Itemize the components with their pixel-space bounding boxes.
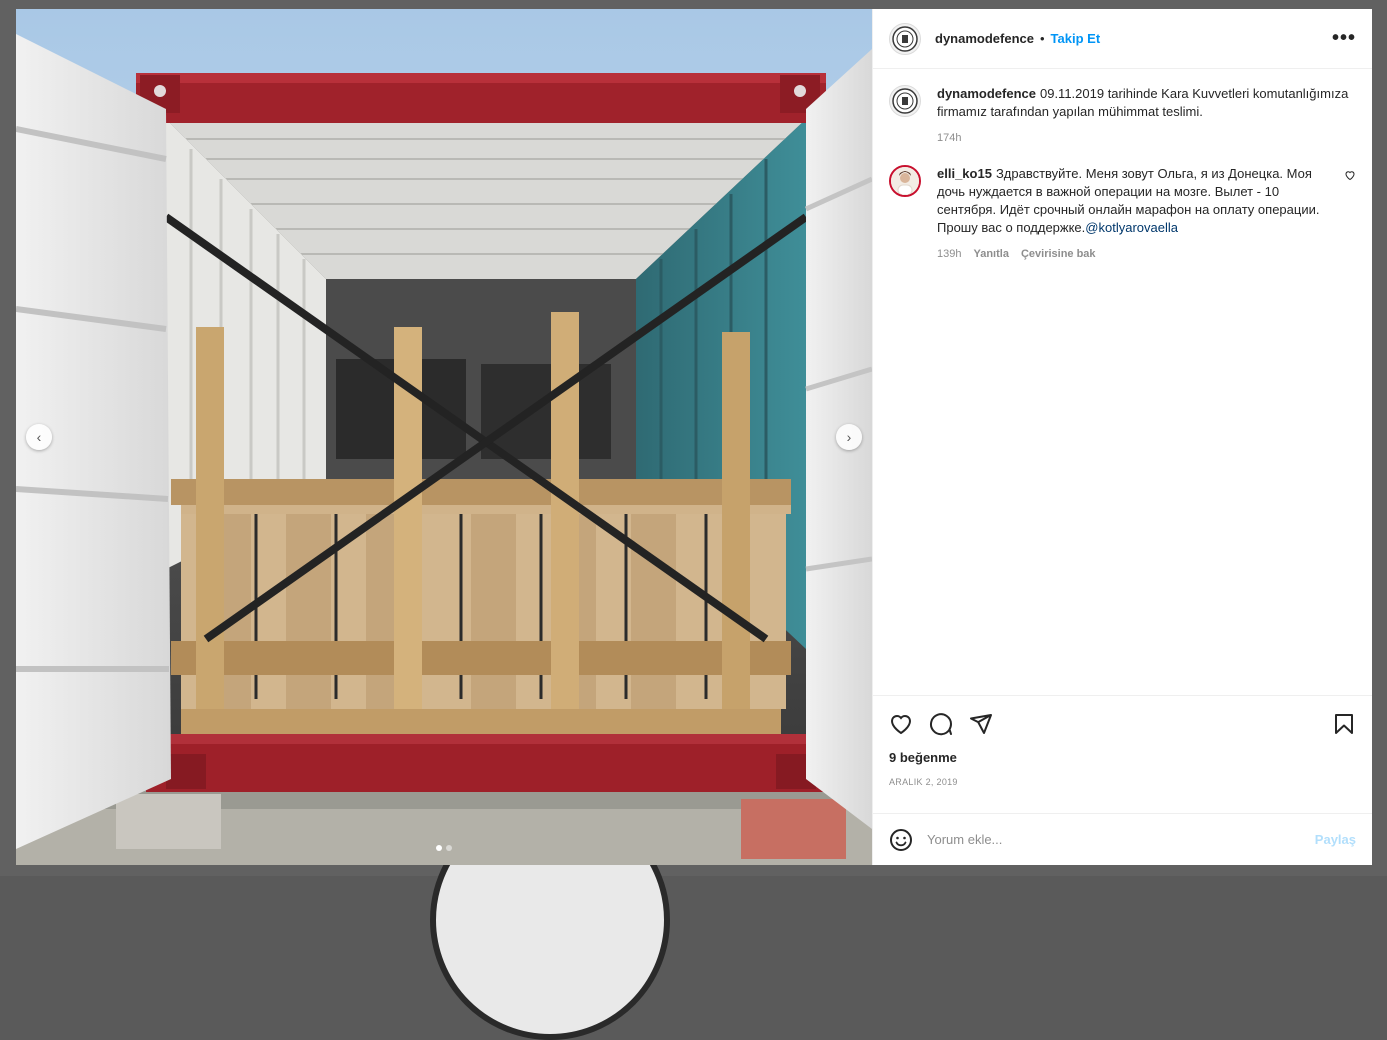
more-options-icon[interactable]: •••	[1332, 27, 1356, 50]
comment-icon[interactable]	[929, 712, 953, 736]
reply-button[interactable]: Yanıtla	[973, 245, 1008, 263]
list-item: elli_ko15 Здравствуйте. Меня зовут Ольга,…	[889, 165, 1356, 263]
carousel-indicator	[16, 845, 872, 851]
avatar[interactable]	[889, 165, 921, 197]
comment-like-icon[interactable]	[1344, 169, 1356, 181]
chevron-left-icon[interactable]: ‹	[26, 424, 52, 450]
header-separator: •	[1039, 31, 1045, 46]
emoji-icon[interactable]	[889, 828, 913, 852]
carousel-dot	[436, 845, 442, 851]
see-translation-button[interactable]: Çevirisine bak	[1021, 245, 1096, 263]
carousel-dot	[446, 845, 452, 851]
post-comment-button[interactable]: Paylaş	[1315, 832, 1356, 847]
caption: dynamodefence 09.11.2019 tarihinde Kara K…	[889, 85, 1356, 147]
chevron-right-icon[interactable]: ›	[836, 424, 862, 450]
follow-button[interactable]: Takip Et	[1051, 31, 1101, 46]
heart-icon[interactable]	[889, 712, 913, 736]
comment-input[interactable]	[927, 832, 1315, 847]
post-actions-section: 9 beğenme ARALIK 2, 2019	[873, 695, 1372, 813]
likes-count[interactable]: 9 beğenme	[889, 750, 1356, 765]
caption-username[interactable]: dynamodefence	[937, 86, 1036, 101]
avatar[interactable]	[889, 85, 921, 117]
avatar[interactable]	[889, 22, 921, 55]
comment-mention[interactable]: @kotlyarovaella	[1085, 220, 1178, 235]
caption-time[interactable]: 174h	[937, 129, 961, 147]
action-bar	[889, 708, 1356, 740]
container-photo	[16, 9, 872, 865]
send-icon[interactable]	[969, 712, 993, 736]
post-date: ARALIK 2, 2019	[889, 777, 958, 787]
post-header: dynamodefence • Takip Et •••	[873, 9, 1372, 69]
add-comment-bar: Paylaş	[873, 813, 1372, 865]
header-username[interactable]: dynamodefence	[935, 31, 1034, 46]
post-media: ‹ ›	[16, 9, 872, 865]
comment-time[interactable]: 139h	[937, 245, 961, 263]
comments-list: dynamodefence 09.11.2019 tarihinde Kara K…	[873, 69, 1372, 695]
comment-username[interactable]: elli_ko15	[937, 166, 992, 181]
post-dialog: ‹ › dynamodefence • Takip Et ••• dynamod…	[16, 9, 1372, 865]
post-side-panel: dynamodefence • Takip Et ••• dynamodefen…	[872, 9, 1372, 865]
bookmark-icon[interactable]	[1332, 712, 1356, 736]
